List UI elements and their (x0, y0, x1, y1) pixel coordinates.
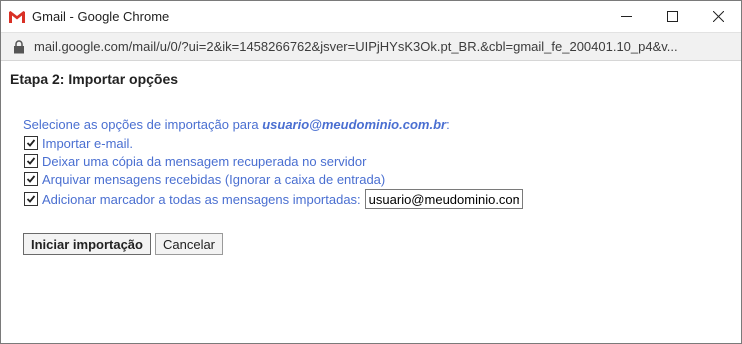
close-icon (712, 11, 724, 22)
option-add-label: Adicionar marcador a todas as mensagens … (24, 188, 741, 210)
minimize-button[interactable] (603, 1, 649, 32)
window-title: Gmail - Google Chrome (32, 9, 170, 24)
gmail-icon (8, 10, 26, 24)
checkmark-icon (26, 175, 36, 183)
option-label[interactable]: Adicionar marcador a todas as mensagens … (42, 192, 361, 207)
checkmark-icon (26, 139, 36, 147)
checkmark-icon (26, 157, 36, 165)
import-dialog: Etapa 2: Importar opções Selecione as op… (1, 71, 741, 255)
minimize-icon (620, 16, 632, 17)
instruction-suffix: : (446, 117, 450, 132)
add-label-checkbox[interactable] (24, 192, 38, 206)
label-name-input[interactable] (364, 189, 523, 209)
page-title: Etapa 2: Importar opções (10, 71, 179, 87)
instruction-prefix: Selecione as opções de importação para (23, 117, 263, 132)
address-bar[interactable]: mail.google.com/mail/u/0/?ui=2&ik=145826… (1, 32, 741, 61)
option-label[interactable]: Deixar uma cópia da mensagem recuperada … (42, 154, 366, 169)
instruction-email: usuario@meudominio.com.br (262, 117, 447, 132)
lock-icon (13, 39, 25, 54)
option-archive: Arquivar mensagens recebidas (Ignorar a … (24, 170, 741, 188)
option-import-email: Importar e-mail. (24, 134, 741, 152)
instruction-text: Selecione as opções de importação para u… (23, 117, 741, 134)
start-import-button[interactable]: Iniciar importação (23, 233, 151, 255)
title-bar: Gmail - Google Chrome (1, 1, 741, 32)
maximize-button[interactable] (649, 1, 695, 32)
keep-copy-checkbox[interactable] (24, 154, 38, 168)
cancel-button[interactable]: Cancelar (154, 233, 224, 255)
checkmark-icon (26, 195, 36, 203)
archive-checkbox[interactable] (24, 172, 38, 186)
close-button[interactable] (695, 1, 741, 32)
import-email-checkbox[interactable] (24, 136, 38, 150)
url-text[interactable]: mail.google.com/mail/u/0/?ui=2&ik=145826… (34, 39, 678, 54)
window-controls (603, 1, 741, 32)
dialog-buttons: Iniciar importação Cancelar (23, 233, 741, 255)
option-label[interactable]: Arquivar mensagens recebidas (Ignorar a … (42, 172, 385, 187)
option-label[interactable]: Importar e-mail. (42, 136, 133, 151)
option-keep-copy: Deixar uma cópia da mensagem recuperada … (24, 152, 741, 170)
maximize-icon (666, 11, 678, 22)
browser-window: Gmail - Google Chrome mail.google.com/ma… (0, 0, 742, 344)
